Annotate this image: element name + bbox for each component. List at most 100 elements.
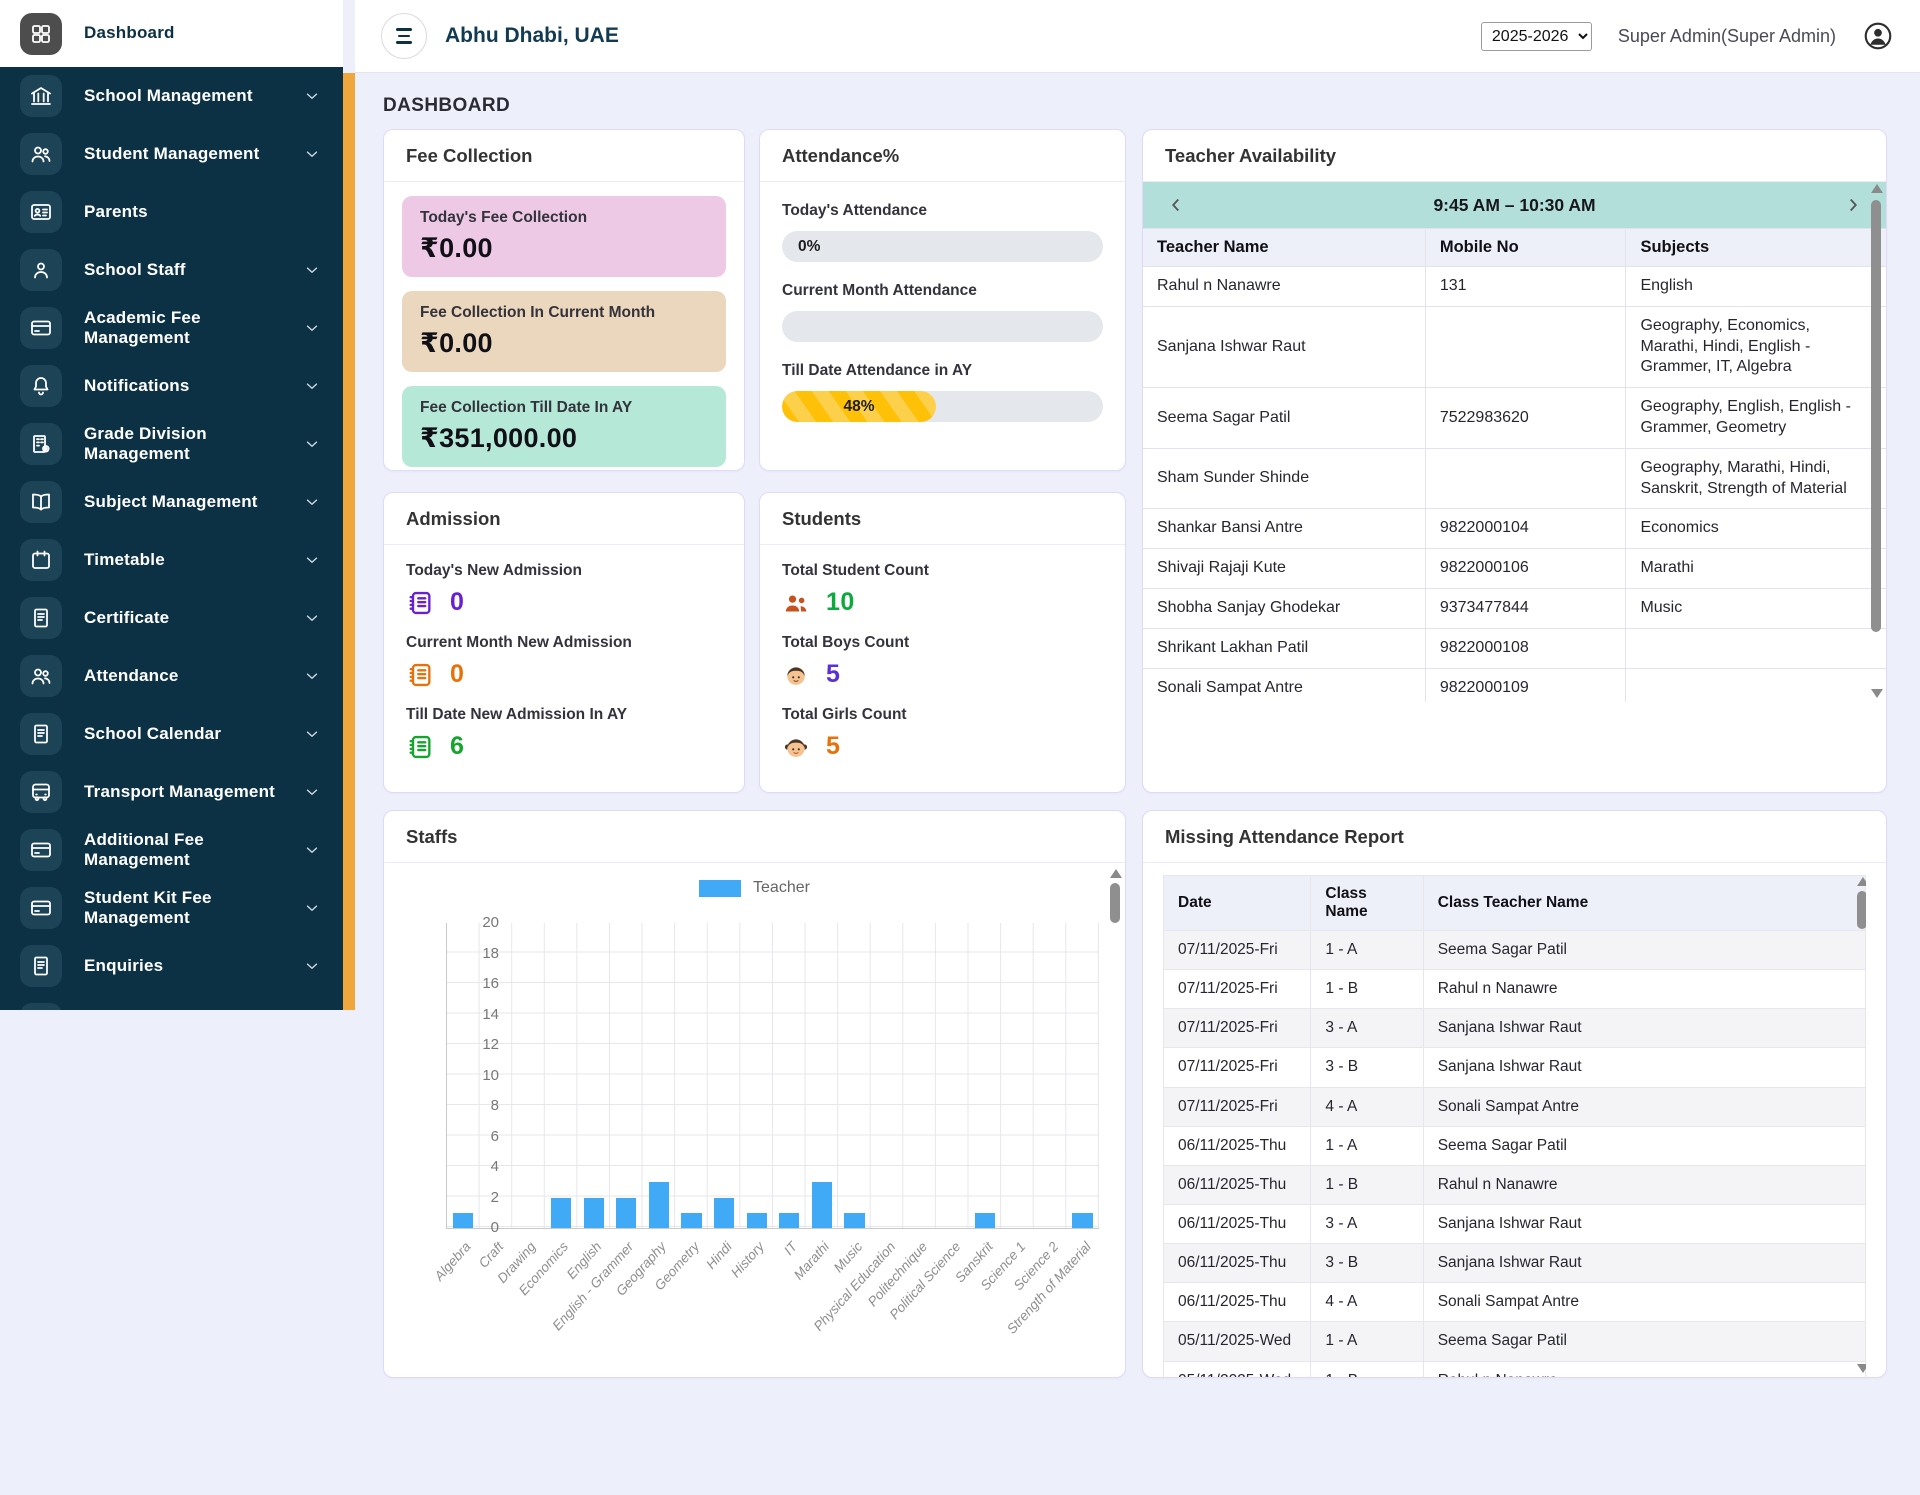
table-cell xyxy=(1626,628,1886,668)
chevron-down-icon xyxy=(303,551,321,569)
chart-legend: Teacher xyxy=(384,879,1125,897)
stat-value: 5 xyxy=(826,660,840,689)
table-row: Sham Sunder ShindeGeography, Marathi, Hi… xyxy=(1143,448,1886,509)
user-avatar-icon[interactable] xyxy=(1862,20,1894,52)
table-cell xyxy=(1626,668,1886,702)
sidebar-item-student-management[interactable]: Student Management xyxy=(0,125,343,183)
sidebar-item-school-calendar[interactable]: School Calendar xyxy=(0,705,343,763)
previous-slot-button[interactable] xyxy=(1163,192,1189,218)
bar-slot xyxy=(806,923,839,1228)
column-header-class-name: Class Name xyxy=(1311,876,1423,931)
table-cell: 131 xyxy=(1425,267,1626,307)
x-tick-label: Algebra xyxy=(431,1239,473,1284)
bar-hindi xyxy=(714,1198,734,1229)
fee-value: ₹351,000.00 xyxy=(420,423,708,454)
bar-strength-of-material xyxy=(1072,1213,1092,1228)
teacher-availability-title: Teacher Availability xyxy=(1143,130,1886,182)
fee-label: Today's Fee Collection xyxy=(420,209,708,227)
table-cell: 9822000104 xyxy=(1425,509,1626,549)
table-cell: 06/11/2025-Thu xyxy=(1164,1204,1311,1243)
chart-x-axis: AlgebraCraftDrawingEconomicsEnglishEngli… xyxy=(446,1235,1099,1405)
sidebar-item-enquiries[interactable]: Enquiries xyxy=(0,937,343,995)
fee-box-today-s-fee-collection: Today's Fee Collection₹0.00 xyxy=(402,196,726,277)
academic-year-select[interactable]: 2025-2026 xyxy=(1481,22,1592,51)
table-cell: 7522983620 xyxy=(1425,388,1626,449)
sidebar-item-label: Academic Fee Management xyxy=(84,308,323,348)
table-row: 06/11/2025-Thu4 - ASonali Sampat Antre xyxy=(1164,1283,1866,1322)
admission-item-today-s-new-admission: Today's New Admission0 xyxy=(406,562,722,617)
missing-table-scrollbar[interactable] xyxy=(1855,875,1866,1377)
bar-slot xyxy=(512,923,545,1228)
table-cell: 9822000109 xyxy=(1425,668,1626,702)
time-slot-banner: 9:45 AM – 10:30 AM xyxy=(1143,182,1886,228)
current-user-label: Super Admin(Super Admin) xyxy=(1618,26,1836,47)
bar-geography xyxy=(649,1182,669,1228)
stat-label: Total Girls Count xyxy=(782,706,1103,724)
column-header-teacher-name: Teacher Name xyxy=(1143,229,1425,267)
sidebar-item-transport-management[interactable]: Transport Management xyxy=(0,763,343,821)
next-slot-button[interactable] xyxy=(1840,192,1866,218)
table-cell: 07/11/2025-Fri xyxy=(1164,1009,1311,1048)
user-icon xyxy=(20,249,62,291)
sidebar-item-subject-management[interactable]: Subject Management xyxy=(0,473,343,531)
document-icon xyxy=(20,597,62,639)
table-cell: Sham Sunder Shinde xyxy=(1143,448,1425,509)
teacher-table-scrollbar[interactable] xyxy=(1869,182,1884,702)
column-header-class-teacher-name: Class Teacher Name xyxy=(1423,876,1865,931)
table-cell: 1 - B xyxy=(1311,1361,1423,1377)
sidebar-item-grade-division-management[interactable]: Grade Division Management xyxy=(0,415,343,473)
stat-label: Till Date New Admission In AY xyxy=(406,706,722,724)
sidebar-item-certificate[interactable]: Certificate xyxy=(0,589,343,647)
calendar-icon xyxy=(20,539,62,581)
sidebar-item-attendance[interactable]: Attendance xyxy=(0,647,343,705)
bar-slot xyxy=(545,923,578,1228)
admission-title: Admission xyxy=(384,493,744,545)
sidebar-item-timetable[interactable]: Timetable xyxy=(0,531,343,589)
bar-geometry xyxy=(681,1213,701,1228)
staffs-scrollbar[interactable] xyxy=(1108,867,1123,1367)
sidebar-item-academic-fee-management[interactable]: Academic Fee Management xyxy=(0,299,343,357)
table-cell: Sanjana Ishwar Raut xyxy=(1143,306,1425,387)
credit-card-icon xyxy=(20,829,62,871)
table-cell: Rahul n Nanawre xyxy=(1423,1165,1865,1204)
teacher-availability-card: Teacher Availability 9:45 AM – 10:30 AM … xyxy=(1142,129,1887,793)
sidebar-item-dashboard[interactable]: Dashboard xyxy=(0,0,343,67)
sidebar-item-parents[interactable]: Parents xyxy=(0,183,343,241)
sidebar-item-label: Additional Fee Management xyxy=(84,830,323,870)
credit-card-icon xyxy=(20,307,62,349)
sidebar-item-exam-results[interactable]: Exam & Results xyxy=(0,995,343,1010)
teacher-availability-scroll-area: 9:45 AM – 10:30 AM Teacher NameMobile No… xyxy=(1143,182,1886,702)
fee-label: Fee Collection Till Date In AY xyxy=(420,399,708,417)
stat-value: 6 xyxy=(450,732,464,761)
sidebar-item-additional-fee-management[interactable]: Additional Fee Management xyxy=(0,821,343,879)
sidebar-scrollbar[interactable] xyxy=(343,73,355,1010)
journal-icon xyxy=(406,589,434,617)
attendance-label: Current Month Attendance xyxy=(782,282,1103,300)
sidebar-item-student-kit-fee-management[interactable]: Student Kit Fee Management xyxy=(0,879,343,937)
table-row: 05/11/2025-Wed1 - ASeema Sagar Patil xyxy=(1164,1322,1866,1361)
sidebar-item-school-management[interactable]: School Management xyxy=(0,67,343,125)
table-cell: 06/11/2025-Thu xyxy=(1164,1126,1311,1165)
table-row: 07/11/2025-Fri1 - BRahul n Nanawre xyxy=(1164,970,1866,1009)
table-row: 05/11/2025-Wed1 - BRahul n Nanawre xyxy=(1164,1361,1866,1377)
building-gear-icon xyxy=(20,423,62,465)
sidebar-item-notifications[interactable]: Notifications xyxy=(0,357,343,415)
girl-face-icon xyxy=(782,733,810,761)
column-header-date: Date xyxy=(1164,876,1311,931)
menu-toggle-button[interactable] xyxy=(381,13,427,59)
missing-attendance-scroll-area: DateClass NameClass Teacher Name 07/11/2… xyxy=(1163,875,1866,1377)
attendance-progressbar: 48% xyxy=(782,391,1103,422)
chevron-down-icon xyxy=(303,841,321,859)
table-row: 07/11/2025-Fri1 - ASeema Sagar Patil xyxy=(1164,931,1866,970)
table-row: 07/11/2025-Fri4 - ASonali Sampat Antre xyxy=(1164,1087,1866,1126)
sidebar: DashboardSchool ManagementStudent Manage… xyxy=(0,0,343,1010)
table-cell: 1 - B xyxy=(1311,970,1423,1009)
attendance-item-today-s-attendance: Today's Attendance0% xyxy=(782,202,1103,262)
table-cell: Seema Sagar Patil xyxy=(1423,1322,1865,1361)
top-header: Abhu Dhabi, UAE 2025-2026 Super Admin(Su… xyxy=(355,0,1920,73)
sidebar-item-label: Attendance xyxy=(84,666,219,686)
sidebar-item-school-staff[interactable]: School Staff xyxy=(0,241,343,299)
table-cell xyxy=(1425,306,1626,387)
table-cell: 1 - B xyxy=(1311,1165,1423,1204)
table-cell: Seema Sagar Patil xyxy=(1423,1126,1865,1165)
